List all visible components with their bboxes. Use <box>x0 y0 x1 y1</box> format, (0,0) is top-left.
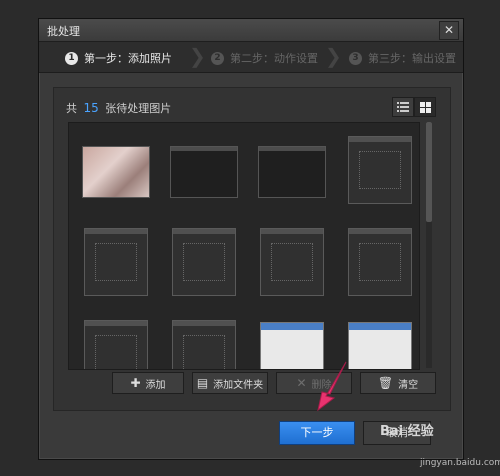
clear-button[interactable]: 🗑 清空 <box>360 372 436 394</box>
plus-icon: ✚ <box>130 376 141 390</box>
add-label: 添加 <box>145 379 166 391</box>
step-1-number: 1 <box>65 51 78 65</box>
thumbnail-item[interactable] <box>77 225 155 299</box>
step-3: 3 第三步：输出设置 <box>349 50 456 66</box>
thumbnail-image <box>348 228 412 296</box>
thumbnail-item[interactable] <box>341 225 419 299</box>
watermark: Bai 经验 <box>380 424 434 439</box>
count-number: 15 <box>83 101 99 115</box>
add-folder-button[interactable]: ▤ 添加文件夹 <box>192 372 268 394</box>
thumbnail-image <box>260 228 324 296</box>
step-chevron: ❯ <box>325 44 342 68</box>
next-step-button[interactable]: 下一步 <box>279 421 355 445</box>
thumbnail-item[interactable] <box>341 317 419 369</box>
close-button[interactable]: ✕ <box>439 21 459 40</box>
panel-toolbar: ✚ 添加 ▤ 添加文件夹 ✕ 删除 🗑 清空 <box>112 372 444 394</box>
image-panel: 共 15 张待处理图片 ✚ 添加 ▤ 添加文件夹 ✕ 删除 🗑 清空 <box>53 87 451 411</box>
step-2-label: 第二步：动作设置 <box>230 52 318 65</box>
step-1: 1 第一步：添加照片 <box>65 50 172 66</box>
thumbnail-item[interactable] <box>253 133 331 207</box>
grid-view-button[interactable] <box>414 97 436 117</box>
thumbnail-grid[interactable] <box>68 122 420 370</box>
title-bar[interactable]: 批处理 ✕ <box>39 19 463 42</box>
view-toggle <box>392 97 436 117</box>
thumbnail-item[interactable] <box>165 225 243 299</box>
batch-dialog: 批处理 ✕ 1 第一步：添加照片 ❯ 2 第二步：动作设置 ❯ 3 第三步：输出… <box>38 18 464 460</box>
thumbnail-image <box>348 136 412 204</box>
pointer-arrow-icon <box>317 361 347 412</box>
step-bar: 1 第一步：添加照片 ❯ 2 第二步：动作设置 ❯ 3 第三步：输出设置 <box>39 42 463 73</box>
window-title: 批处理 <box>47 25 80 38</box>
thumbnail-item[interactable] <box>165 133 243 207</box>
thumbnail-image <box>172 228 236 296</box>
thumbnail-item[interactable] <box>77 317 155 369</box>
thumbnail-image <box>84 228 148 296</box>
delete-icon: ✕ <box>296 376 307 390</box>
thumbnail-item[interactable] <box>77 133 155 207</box>
scroll-thumb[interactable] <box>426 122 432 222</box>
add-folder-label: 添加文件夹 <box>213 379 264 391</box>
thumbnail-image <box>82 146 150 198</box>
count-prefix: 共 <box>66 102 77 115</box>
thumbnail-item[interactable] <box>253 225 331 299</box>
add-button[interactable]: ✚ 添加 <box>112 372 184 394</box>
thumbnail-image <box>84 320 148 369</box>
thumbnail-image <box>348 322 412 369</box>
vertical-scrollbar[interactable] <box>426 122 432 368</box>
thumbnail-image <box>170 146 238 198</box>
grid-view-icon <box>419 101 431 113</box>
clear-label: 清空 <box>398 379 419 391</box>
thumbnail-image <box>258 146 326 198</box>
trash-icon: 🗑 <box>377 376 394 390</box>
watermark-url: jingyan.baidu.com <box>420 458 500 468</box>
list-view-icon <box>397 102 409 112</box>
step-2: 2 第二步：动作设置 <box>211 50 318 66</box>
step-2-number: 2 <box>211 51 224 65</box>
thumbnail-item[interactable] <box>165 317 243 369</box>
thumbnail-image <box>172 320 236 369</box>
list-view-button[interactable] <box>392 97 414 117</box>
step-3-number: 3 <box>349 51 362 65</box>
count-suffix: 张待处理图片 <box>105 102 172 115</box>
step-3-label: 第三步：输出设置 <box>368 52 456 65</box>
folder-icon: ▤ <box>196 376 209 390</box>
step-chevron: ❯ <box>189 44 206 68</box>
thumbnail-item[interactable] <box>341 133 419 207</box>
image-count: 共 15 张待处理图片 <box>66 100 171 116</box>
step-1-label: 第一步：添加照片 <box>84 52 172 65</box>
